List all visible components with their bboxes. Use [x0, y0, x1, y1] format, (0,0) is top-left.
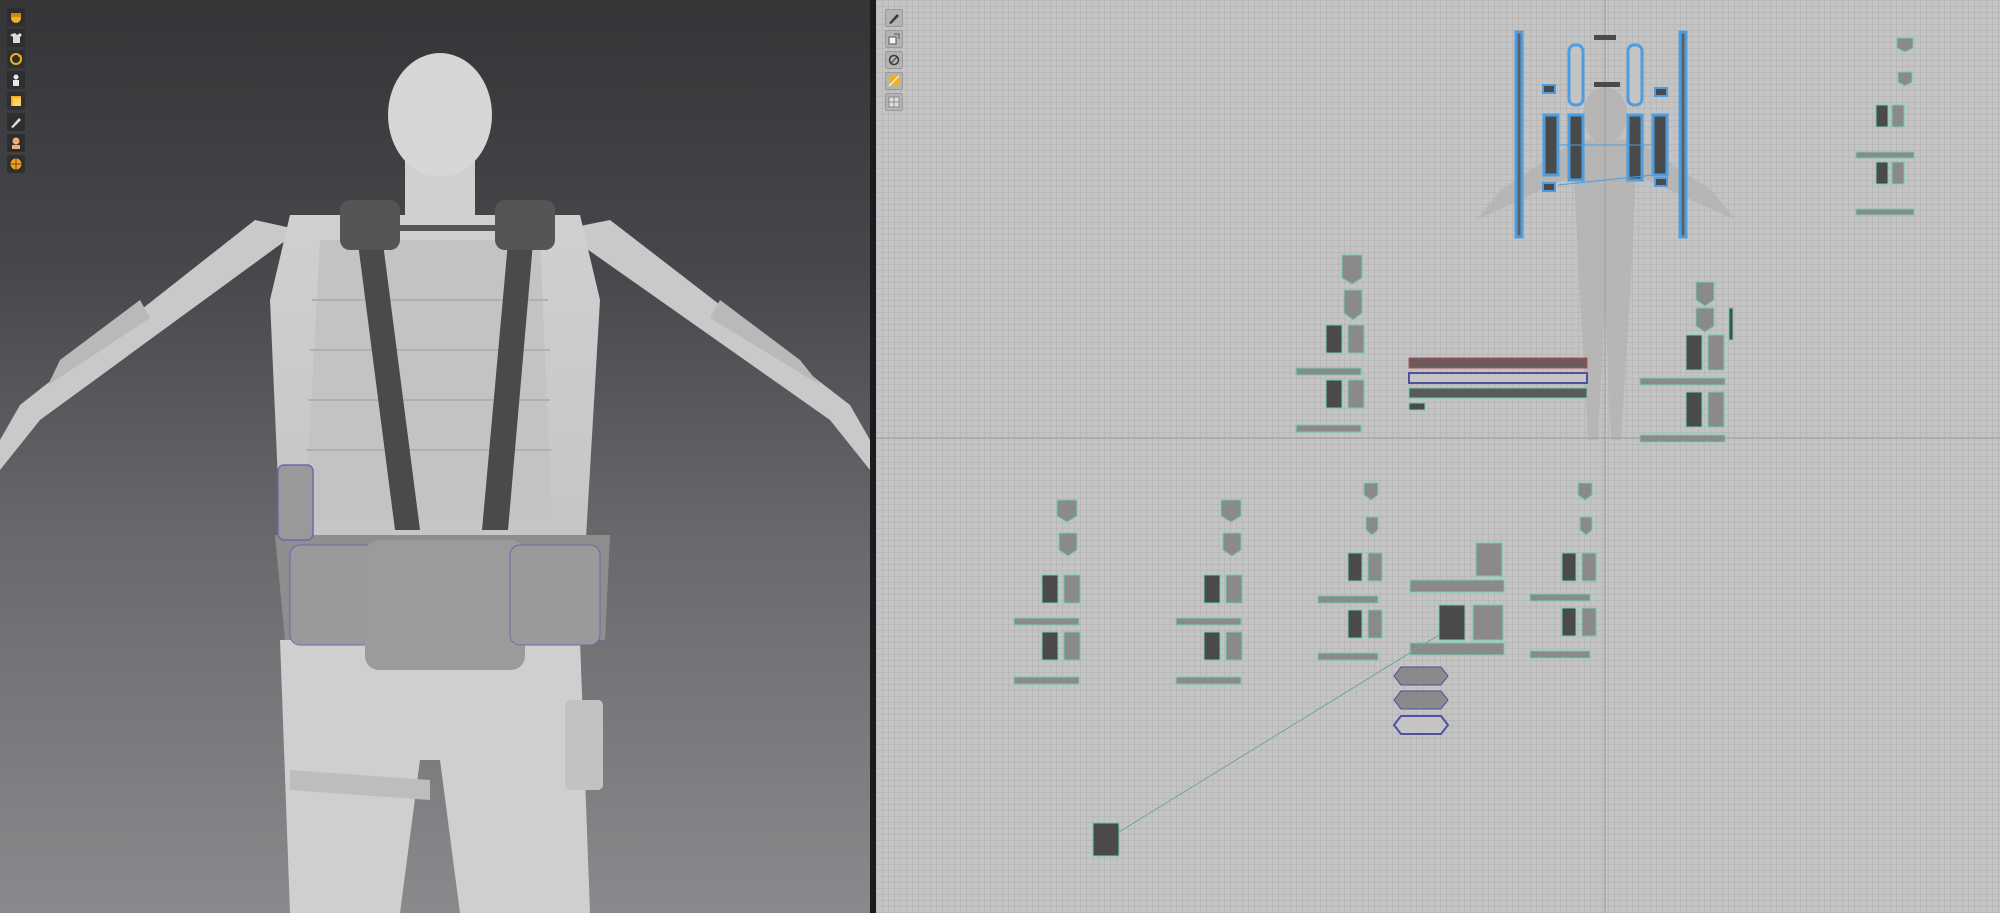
avatar-body-icon[interactable]: [7, 134, 25, 152]
avatar-hair-icon[interactable]: [7, 8, 25, 26]
pattern-toolbar: [885, 9, 903, 111]
arrangement-icon[interactable]: [885, 30, 903, 48]
simulation-cycle-icon[interactable]: [7, 50, 25, 68]
avatar-model[interactable]: [0, 0, 870, 913]
garment-shirt-icon[interactable]: [7, 29, 25, 47]
fabric-layers-icon[interactable]: [7, 92, 25, 110]
fabric-icon[interactable]: [885, 72, 903, 90]
avatar-figure-icon[interactable]: [7, 71, 25, 89]
pattern-canvas[interactable]: [876, 0, 2000, 913]
globe-render-icon[interactable]: [7, 155, 25, 173]
pattern-edit-icon[interactable]: [885, 9, 903, 27]
texture-brush-icon[interactable]: [7, 113, 25, 131]
pattern-pieces: [1013, 37, 1915, 857]
sewing-icon[interactable]: [885, 51, 903, 69]
grid-icon[interactable]: [885, 93, 903, 111]
2d-pattern-window[interactable]: [876, 0, 2000, 913]
3d-viewport[interactable]: [0, 0, 870, 913]
3d-toolbar: [7, 8, 25, 173]
